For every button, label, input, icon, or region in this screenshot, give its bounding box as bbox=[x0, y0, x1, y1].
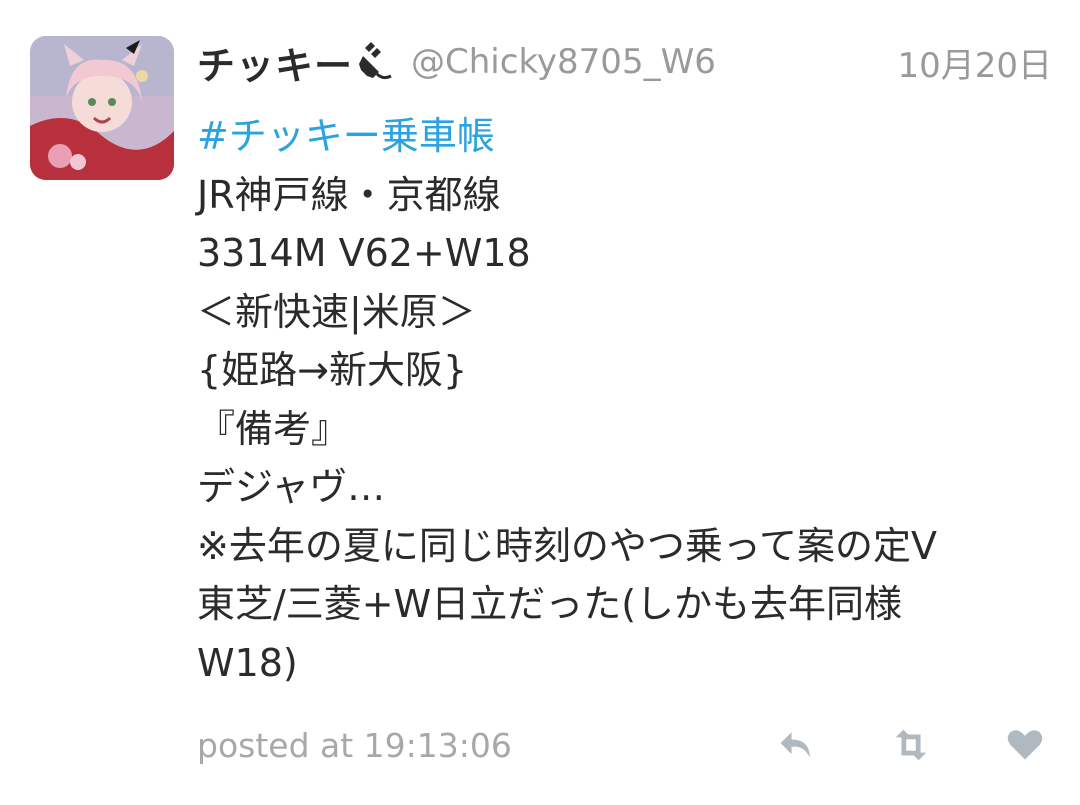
user-handle[interactable]: @Chicky8705_W6 bbox=[411, 42, 716, 82]
retweet-button[interactable] bbox=[889, 723, 933, 767]
tweet-header: チッキー @Chicky8705_W6 10月20日 bbox=[197, 36, 1052, 88]
retweet-icon bbox=[895, 729, 927, 761]
tweet-line: デジャヴ… bbox=[197, 465, 386, 509]
avatar-image bbox=[30, 36, 174, 180]
tweet-line: 東芝/三菱+W日立だった(しかも去年同様 bbox=[197, 582, 903, 626]
reply-icon bbox=[780, 732, 810, 758]
plug-icon bbox=[357, 42, 393, 82]
tweet-actions bbox=[775, 720, 1047, 770]
tweet-body: #チッキー乗車帳 JR神戸線・京都線 3314M V62+W18 ＜新快速|米原… bbox=[197, 107, 1067, 692]
posted-at: posted at 19:13:06 bbox=[197, 725, 512, 765]
tweet-line: {姫路→新大阪} bbox=[197, 348, 468, 392]
heart-icon bbox=[1007, 730, 1043, 760]
tweet-line: ※去年の夏に同じ時刻のやつ乗って案の定V bbox=[197, 523, 937, 568]
display-name[interactable]: チッキー bbox=[197, 35, 353, 90]
tweet-line: 『備考』 bbox=[197, 406, 350, 451]
tweet-line: W18) bbox=[197, 640, 298, 685]
like-button[interactable] bbox=[1003, 723, 1047, 767]
tweet-footer: posted at 19:13:06 bbox=[197, 720, 1047, 770]
tweet-line: JR神戸線・京都線 bbox=[197, 172, 501, 217]
reply-button[interactable] bbox=[775, 723, 819, 767]
tweet-date[interactable]: 10月20日 bbox=[897, 38, 1052, 87]
hashtag-link[interactable]: #チッキー乗車帳 bbox=[197, 107, 1067, 166]
tweet-line: ＜新快速|米原＞ bbox=[197, 289, 476, 334]
tweet-line: 3314M V62+W18 bbox=[197, 231, 531, 275]
avatar[interactable] bbox=[30, 36, 174, 180]
